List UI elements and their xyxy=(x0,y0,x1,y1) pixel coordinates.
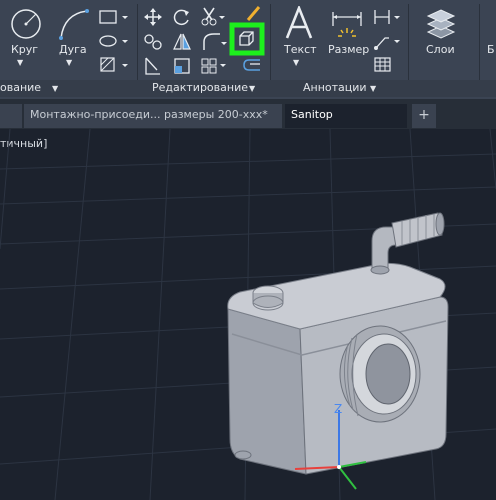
tab-label: Монтажно-присоеди... размеры 200-ххх* xyxy=(30,108,268,121)
rotate-icon[interactable] xyxy=(172,8,192,26)
pump-inlet xyxy=(339,325,421,423)
rectangle-icon[interactable] xyxy=(98,8,128,26)
hatch-icon[interactable] xyxy=(98,56,128,74)
3d-solid-tool-button[interactable] xyxy=(229,22,265,56)
tab-montage-drawing[interactable]: Монтажно-присоеди... размеры 200-ххх* xyxy=(24,104,282,128)
text-dropdown-icon[interactable]: ▼ xyxy=(293,58,299,67)
annotation-panel-title[interactable]: Аннотации xyxy=(303,81,367,94)
ribbon: Круг ▼ Дуга ▼ Текст ▼ Размер Слои Б ован… xyxy=(0,0,496,99)
arc-icon[interactable] xyxy=(56,6,92,42)
mirror-icon[interactable] xyxy=(172,32,192,52)
table-icon[interactable] xyxy=(372,56,394,74)
array-icon[interactable] xyxy=(200,56,228,76)
linear-dimension-icon[interactable] xyxy=(372,8,402,26)
move-icon[interactable] xyxy=(143,8,163,26)
draw-panel-title[interactable]: ование xyxy=(0,81,41,94)
text-label[interactable]: Текст xyxy=(284,43,317,56)
tab-sanitop[interactable]: Sanitop xyxy=(285,104,407,128)
dimension-icon[interactable] xyxy=(329,8,365,42)
dimension-label[interactable]: Размер xyxy=(328,43,369,56)
tab-label: Sanitop xyxy=(291,108,333,121)
annotation-panel-dropdown-icon[interactable]: ▼ xyxy=(370,84,376,93)
next-panel-label[interactable]: Б xyxy=(487,43,495,56)
pump-outlet-pipe xyxy=(370,212,445,275)
sanitop-pump-model[interactable] xyxy=(227,212,449,475)
trim-icon[interactable] xyxy=(200,6,226,28)
text-icon[interactable] xyxy=(284,6,314,40)
offset-icon[interactable] xyxy=(240,56,264,76)
arc-dropdown-icon[interactable]: ▼ xyxy=(66,58,72,67)
model-space-canvas[interactable]: Z xyxy=(0,129,496,500)
tab-partial-left[interactable] xyxy=(0,104,22,128)
pump-body-left-face xyxy=(227,308,307,475)
fillet-icon[interactable] xyxy=(200,30,228,52)
panel-title-bar xyxy=(0,80,496,97)
ucs-z-label: Z xyxy=(334,402,342,416)
arc-label[interactable]: Дуга xyxy=(59,43,87,56)
circle-dropdown-icon[interactable]: ▼ xyxy=(17,58,23,67)
scale-icon[interactable] xyxy=(172,56,192,76)
layers-label[interactable]: Слои xyxy=(426,43,455,56)
modify-panel-dropdown-icon[interactable]: ▼ xyxy=(249,84,255,93)
copy-icon[interactable] xyxy=(143,32,165,52)
new-tab-button[interactable]: + xyxy=(412,104,436,128)
highlight-box xyxy=(229,22,265,56)
circle-icon[interactable] xyxy=(6,6,46,42)
erase-icon[interactable] xyxy=(244,4,264,24)
layers-icon[interactable] xyxy=(422,6,460,40)
leader-icon[interactable] xyxy=(372,32,402,52)
modify-panel-title[interactable]: Редактирование xyxy=(152,81,248,94)
draw-panel-dropdown-icon[interactable]: ▼ xyxy=(52,84,58,93)
stretch-icon[interactable] xyxy=(143,56,163,76)
circle-label[interactable]: Круг xyxy=(11,43,38,56)
ellipse-icon[interactable] xyxy=(98,32,128,50)
